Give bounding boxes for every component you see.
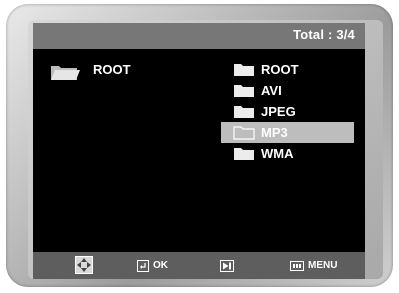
folder-item-mp3[interactable]: MP3: [221, 122, 354, 143]
folder-item-label: JPEG: [261, 104, 296, 119]
folder-item-label: AVI: [261, 83, 282, 98]
osd-screen: Total : 3/4 ROOT ROOT AVI JPEG MP3 WMA O…: [33, 23, 365, 279]
folder-icon: [234, 148, 254, 160]
folder-item-label: MP3: [261, 125, 288, 140]
folder-outline-icon: [233, 126, 255, 140]
folder-item-label: ROOT: [261, 62, 299, 77]
menu-label: MENU: [308, 260, 338, 271]
folder-item-wma[interactable]: WMA: [221, 143, 354, 164]
folder-icon: [234, 106, 254, 118]
current-folder-label: ROOT: [93, 62, 131, 77]
total-count: Total : 3/4: [293, 27, 355, 42]
ok-label: OK: [153, 260, 168, 271]
folder-item-root[interactable]: ROOT: [221, 59, 354, 80]
directional-pad-icon: [75, 256, 93, 274]
enter-icon: [137, 260, 149, 272]
header-bar: Total : 3/4: [33, 23, 365, 49]
open-folder-icon: [51, 66, 80, 80]
folder-list: ROOT AVI JPEG MP3 WMA: [221, 59, 354, 164]
skip-next-icon: [220, 260, 234, 272]
folder-item-label: WMA: [261, 146, 294, 161]
footer-bar: OK MENU: [33, 252, 365, 279]
folder-item-avi[interactable]: AVI: [221, 80, 354, 101]
folder-icon: [234, 85, 254, 97]
menu-icon: [290, 261, 304, 271]
folder-icon: [234, 64, 254, 76]
folder-item-jpeg[interactable]: JPEG: [221, 101, 354, 122]
